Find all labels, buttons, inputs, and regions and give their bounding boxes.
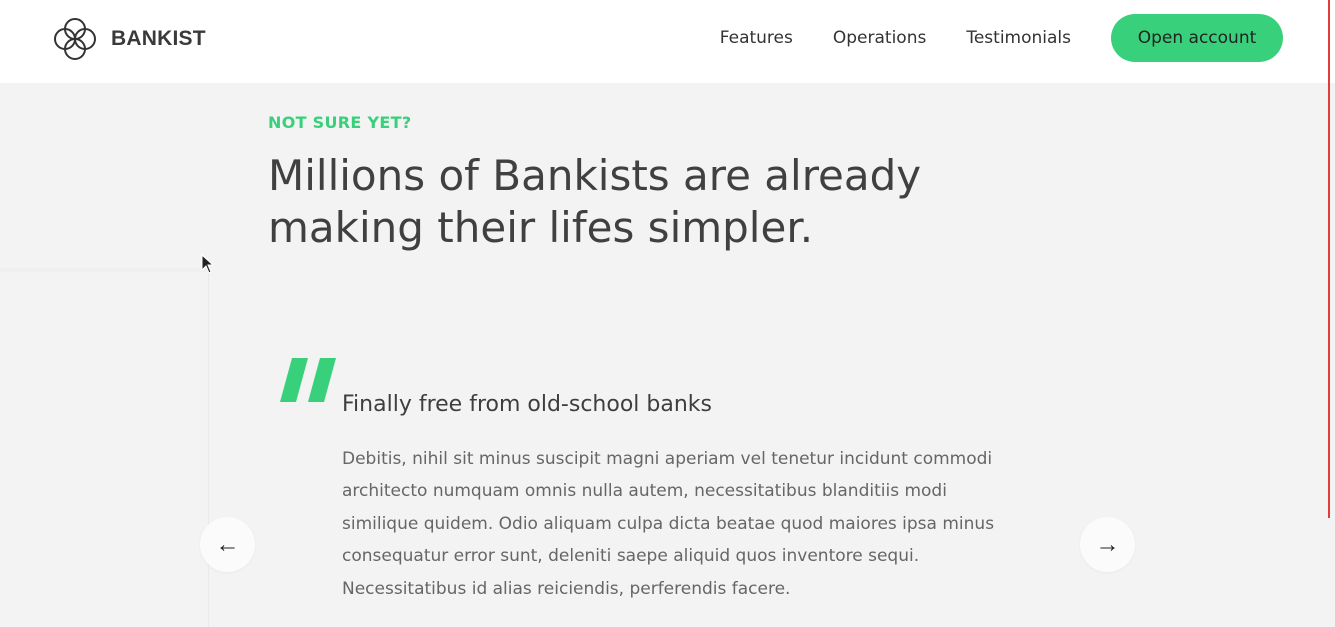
- top-navigation-bar: BANKIST Features Operations Testimonials…: [0, 0, 1335, 83]
- testimonial-body: Debitis, nihil sit minus suscipit magni …: [342, 449, 995, 599]
- arrow-right-icon: →: [1095, 530, 1120, 558]
- brand-name: BANKIST: [111, 27, 206, 50]
- section-subtitle: NOT SURE YET?: [268, 113, 412, 132]
- window-edge-divider: [1328, 0, 1330, 518]
- brand-logo[interactable]: BANKIST: [52, 16, 206, 62]
- section-title: Millions of Bankists are already making …: [268, 151, 922, 252]
- quote-mark-icon: [278, 356, 338, 408]
- nav-link-testimonials[interactable]: Testimonials: [966, 28, 1071, 48]
- testimonial-heading: Finally free from old-school banks: [342, 392, 712, 417]
- nav-link-operations[interactable]: Operations: [833, 28, 926, 48]
- slider-next-button[interactable]: →: [1080, 517, 1135, 572]
- open-account-button[interactable]: Open account: [1111, 14, 1283, 62]
- section-divider: [0, 268, 208, 272]
- four-circles-logo-icon: [54, 18, 96, 60]
- nav-links: Features Operations Testimonials Open ac…: [720, 14, 1283, 62]
- mouse-pointer-icon: [201, 253, 215, 278]
- arrow-left-icon: ←: [215, 530, 240, 558]
- nav-link-features[interactable]: Features: [720, 28, 793, 48]
- slide-edge: [208, 268, 209, 627]
- slider-prev-button[interactable]: ←: [200, 517, 255, 572]
